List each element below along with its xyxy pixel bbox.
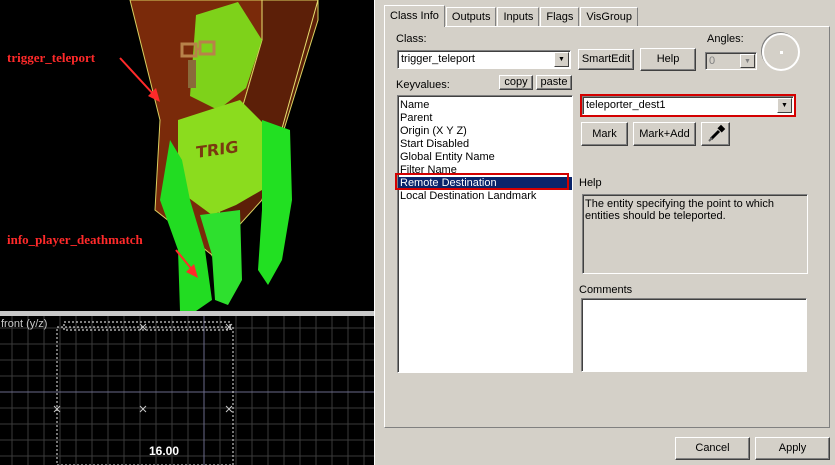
selection-size: 16.00 [149, 444, 180, 458]
class-value: trigger_teleport [401, 53, 475, 65]
keyvalue-name[interactable]: Name [398, 99, 572, 112]
tab-flags[interactable]: Flags [540, 7, 580, 26]
tab-inputs[interactable]: Inputs [497, 7, 540, 26]
keyvalue-parent[interactable]: Parent [398, 112, 572, 125]
chevron-down-icon[interactable]: ▼ [777, 98, 792, 113]
cancel-button[interactable]: Cancel [675, 437, 750, 460]
value-field: teleporter_dest1 [586, 99, 666, 111]
tab-class-info[interactable]: Class Info [384, 5, 445, 27]
angles-value: 0 [709, 55, 716, 67]
keyvalue-local-destination-landmark[interactable]: Local Destination Landmark [398, 190, 572, 203]
keyvalue-remote-destination[interactable]: Remote Destination [398, 177, 572, 190]
help-text: The entity specifying the point to which… [582, 194, 808, 274]
copy-button[interactable]: copy [499, 75, 533, 90]
class-combo[interactable]: trigger_teleport ▼ [397, 50, 571, 69]
scene-render [119, 0, 319, 311]
grid-render [0, 316, 374, 465]
eyedropper-button[interactable] [701, 122, 730, 146]
tab-outputs[interactable]: Outputs [445, 7, 497, 26]
tab-strip: Class Info Outputs Inputs Flags VisGroup [384, 5, 639, 27]
value-combo[interactable]: teleporter_dest1 ▼ [582, 96, 794, 115]
chevron-down-icon[interactable]: ▼ [554, 52, 569, 67]
class-label: Class: [396, 33, 427, 45]
chevron-down-icon[interactable]: ▼ [740, 54, 755, 68]
mark-add-button[interactable]: Mark+Add [633, 122, 696, 146]
angle-dial-icon[interactable] [762, 33, 800, 71]
help-label: Help [579, 177, 602, 189]
mark-button[interactable]: Mark [581, 122, 628, 146]
comments-field[interactable] [581, 298, 807, 372]
comments-label: Comments [579, 284, 633, 296]
paste-button[interactable]: paste [536, 75, 572, 90]
keyvalue-origin[interactable]: Origin (X Y Z) [398, 125, 572, 138]
help-button[interactable]: Help [640, 48, 696, 71]
angles-combo[interactable]: 0 ▼ [705, 52, 757, 70]
keyvalues-list[interactable]: Name Parent Origin (X Y Z) Start Disable… [397, 95, 573, 373]
keyvalue-filter-name[interactable]: Filter Name [398, 164, 572, 177]
angles-label: Angles: [707, 33, 744, 45]
smartedit-button[interactable]: SmartEdit [578, 49, 634, 70]
2d-viewport[interactable]: front (y/z) 16.00 [0, 316, 374, 465]
class-info-panel: Class: trigger_teleport ▼ SmartEdit Help… [384, 26, 830, 428]
keyvalue-global-entity-name[interactable]: Global Entity Name [398, 151, 572, 164]
3d-viewport[interactable]: TRIG trigger_teleport info_player_deathm… [0, 0, 374, 311]
view-label[interactable]: front (y/z) [1, 318, 47, 330]
player-deathmatch-annotation: info_player_deathmatch [7, 232, 143, 247]
tab-visgroup[interactable]: VisGroup [580, 7, 638, 26]
keyvalues-label: Keyvalues: [396, 79, 450, 91]
apply-button[interactable]: Apply [755, 437, 830, 460]
eyedropper-icon [707, 124, 725, 142]
object-properties-dialog: Class Info Outputs Inputs Flags VisGroup… [380, 0, 835, 465]
keyvalue-start-disabled[interactable]: Start Disabled [398, 138, 572, 151]
trigger-teleport-annotation: trigger_teleport [7, 50, 96, 65]
